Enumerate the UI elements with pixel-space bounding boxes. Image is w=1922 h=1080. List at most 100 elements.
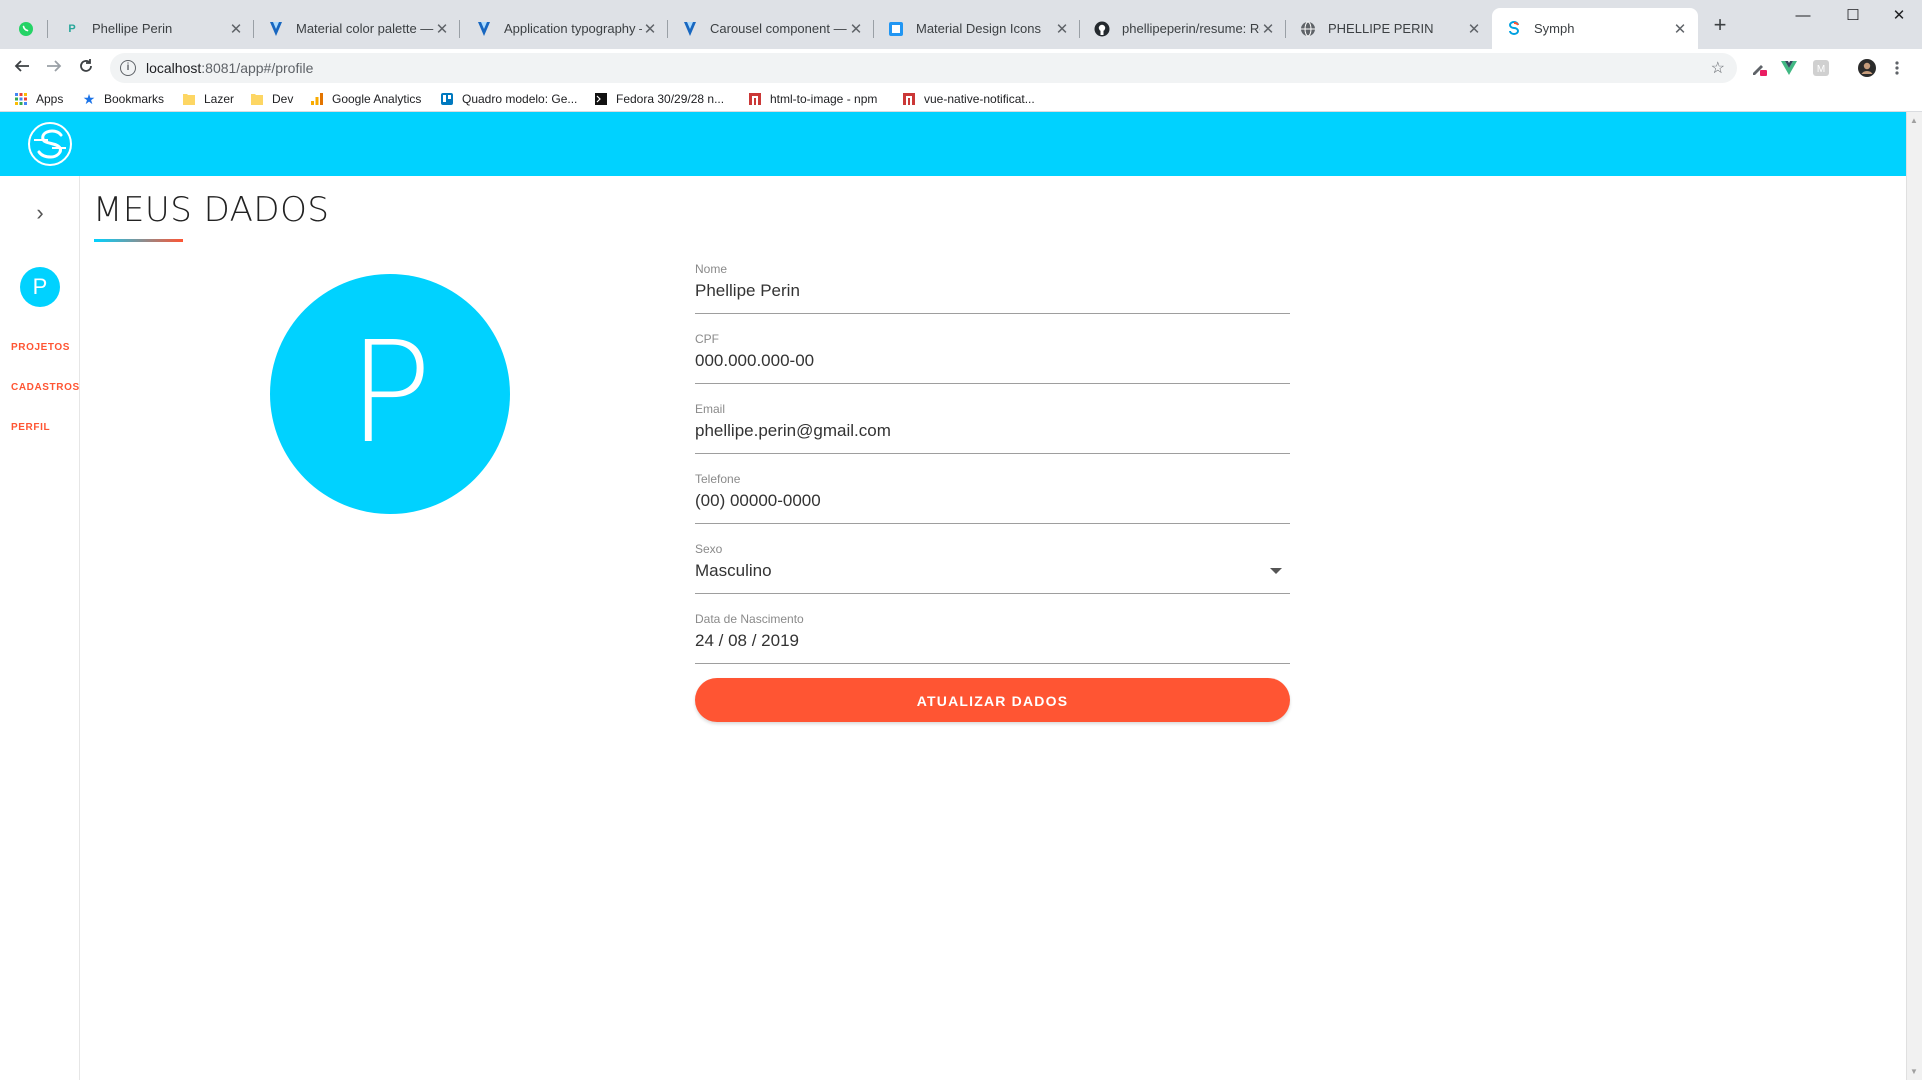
npm-icon [902, 92, 916, 106]
tab-whatsapp[interactable] [0, 8, 48, 49]
bookmark-bookmarks[interactable]: ★ Bookmarks [82, 87, 164, 111]
close-tab-icon[interactable]: ✕ [228, 20, 244, 38]
name-field[interactable]: Nome Phellipe Perin [695, 262, 1290, 314]
cpf-input[interactable]: 000.000.000-00 [695, 351, 814, 371]
close-tab-icon[interactable]: ✕ [1260, 20, 1276, 38]
bookmark-google-analytics[interactable]: Google Analytics [310, 87, 421, 111]
bookmark-apps[interactable]: Apps [14, 87, 63, 111]
reload-button[interactable] [74, 56, 98, 80]
gender-label: Sexo [695, 542, 723, 556]
bookmark-quadro-modelo[interactable]: Quadro modelo: Ge... [440, 87, 577, 111]
star-icon: ★ [82, 90, 96, 107]
bookmark-folder-dev[interactable]: Dev [250, 87, 293, 111]
page-scrollbar[interactable]: ▲ ▼ [1906, 112, 1922, 1080]
reload-icon [80, 59, 92, 72]
cpf-field[interactable]: CPF 000.000.000-00 [695, 332, 1290, 384]
tab-github-resume[interactable]: phellipeperin/resume: Res ✕ [1080, 8, 1286, 49]
bookmark-html-to-image[interactable]: html-to-image - npm [748, 87, 877, 111]
tab-title: Application typography — [504, 21, 642, 36]
github-icon [1094, 21, 1110, 37]
kebab-menu-icon[interactable] [1892, 59, 1902, 77]
title-underline [94, 239, 183, 242]
close-tab-icon[interactable]: ✕ [848, 20, 864, 38]
tab-title: Symph [1534, 21, 1575, 36]
tab-title: Carousel component — Vu [710, 21, 848, 36]
arrow-left-icon [14, 60, 29, 72]
tab-carousel-component[interactable]: Carousel component — Vu ✕ [668, 8, 874, 49]
app-header [0, 112, 1906, 176]
sidebar-item-perfil[interactable]: PERFIL [11, 422, 50, 433]
mdi-icon [888, 21, 904, 37]
maximize-button[interactable]: ☐ [1830, 4, 1876, 28]
minimize-button[interactable]: — [1780, 4, 1826, 28]
profile-avatar[interactable]: P [270, 274, 510, 514]
tab-symph[interactable]: Symph ✕ [1492, 8, 1698, 49]
new-tab-button[interactable]: + [1708, 12, 1732, 38]
close-tab-icon[interactable]: ✕ [434, 20, 450, 38]
phone-field[interactable]: Telefone (00) 00000-0000 [695, 472, 1290, 524]
close-window-button[interactable]: ✕ [1876, 4, 1922, 28]
phone-label: Telefone [695, 472, 741, 486]
sidebar-item-cadastros[interactable]: CADASTROS [11, 382, 80, 393]
bookmark-star-icon[interactable]: ☆ [1711, 58, 1725, 78]
p-favicon-icon: P [68, 22, 76, 35]
scroll-up-arrow-icon[interactable]: ▲ [1910, 116, 1918, 125]
url-host: localhost [146, 60, 202, 76]
close-tab-icon[interactable]: ✕ [642, 20, 658, 38]
url-path: :8081/app#/profile [201, 60, 314, 76]
tab-phellipe-perin-site[interactable]: PHELLIPE PERIN ✕ [1286, 8, 1492, 49]
sidebar-avatar[interactable]: P [20, 267, 60, 307]
tab-material-color-palette[interactable]: Material color palette — V ✕ [254, 8, 460, 49]
vue-devtools-icon[interactable] [1780, 59, 1798, 77]
gender-select[interactable]: Sexo Masculino [695, 542, 1290, 594]
browser-tab-bar: P Phellipe Perin ✕ Material color palett… [0, 0, 1922, 49]
info-icon[interactable]: i [120, 60, 136, 76]
profile-avatar-icon[interactable] [1858, 59, 1876, 77]
apps-grid-icon [14, 92, 28, 106]
gender-value[interactable]: Masculino [695, 561, 772, 581]
symph-icon [1506, 20, 1522, 37]
extension-m-icon[interactable]: M [1812, 59, 1830, 77]
tab-material-design-icons[interactable]: Material Design Icons ✕ [874, 8, 1080, 49]
bookmark-label: Google Analytics [332, 92, 422, 106]
dropdown-arrow-icon[interactable] [1270, 568, 1282, 574]
address-bar[interactable]: i localhost:8081/app#/profile ☆ [110, 53, 1737, 83]
trello-icon [440, 92, 454, 106]
bookmark-label: Dev [272, 92, 294, 106]
terminal-icon [594, 92, 608, 106]
bookmark-folder-lazer[interactable]: Lazer [182, 87, 234, 111]
svg-text:M: M [1817, 64, 1825, 75]
chevron-right-icon[interactable]: › [28, 202, 52, 226]
whatsapp-icon [18, 21, 34, 37]
bookmark-label: Apps [36, 92, 64, 106]
browser-toolbar: i localhost:8081/app#/profile ☆ M [0, 49, 1922, 87]
close-tab-icon[interactable]: ✕ [1054, 20, 1070, 38]
tab-phellipe-perin[interactable]: P Phellipe Perin ✕ [50, 8, 254, 49]
scroll-down-arrow-icon[interactable]: ▼ [1910, 1067, 1918, 1076]
cpf-label: CPF [695, 332, 719, 346]
birthdate-field[interactable]: Data de Nascimento 24 / 08 / 2019 [695, 612, 1290, 664]
email-label: Email [695, 402, 726, 416]
email-field[interactable]: Email phellipe.perin@gmail.com [695, 402, 1290, 454]
extension-pen-icon[interactable] [1750, 59, 1768, 77]
name-input[interactable]: Phellipe Perin [695, 281, 800, 301]
tab-title: Material Design Icons [916, 21, 1041, 36]
vuetify-icon [268, 21, 284, 37]
bookmark-fedora[interactable]: Fedora 30/29/28 n... [594, 87, 724, 111]
tab-application-typography[interactable]: Application typography — ✕ [462, 8, 668, 49]
bookmark-vue-native-notification[interactable]: vue-native-notificat... [902, 87, 1035, 111]
sidebar-item-projetos[interactable]: PROJETOS [11, 342, 70, 353]
symph-logo-icon[interactable] [26, 120, 74, 168]
forward-button[interactable] [42, 56, 66, 80]
bookmark-label: Fedora 30/29/28 n... [616, 92, 725, 106]
analytics-icon [310, 92, 324, 106]
birthdate-input[interactable]: 24 / 08 / 2019 [695, 631, 799, 651]
app-sidebar: › P PROJETOS CADASTROS PERFIL [0, 176, 80, 1080]
update-data-button[interactable]: ATUALIZAR DADOS [695, 678, 1290, 722]
back-button[interactable] [10, 56, 34, 80]
close-tab-icon[interactable]: ✕ [1672, 20, 1688, 38]
phone-input[interactable]: (00) 00000-0000 [695, 491, 821, 511]
close-tab-icon[interactable]: ✕ [1466, 20, 1482, 38]
globe-icon [1300, 21, 1316, 37]
email-input[interactable]: phellipe.perin@gmail.com [695, 421, 891, 441]
